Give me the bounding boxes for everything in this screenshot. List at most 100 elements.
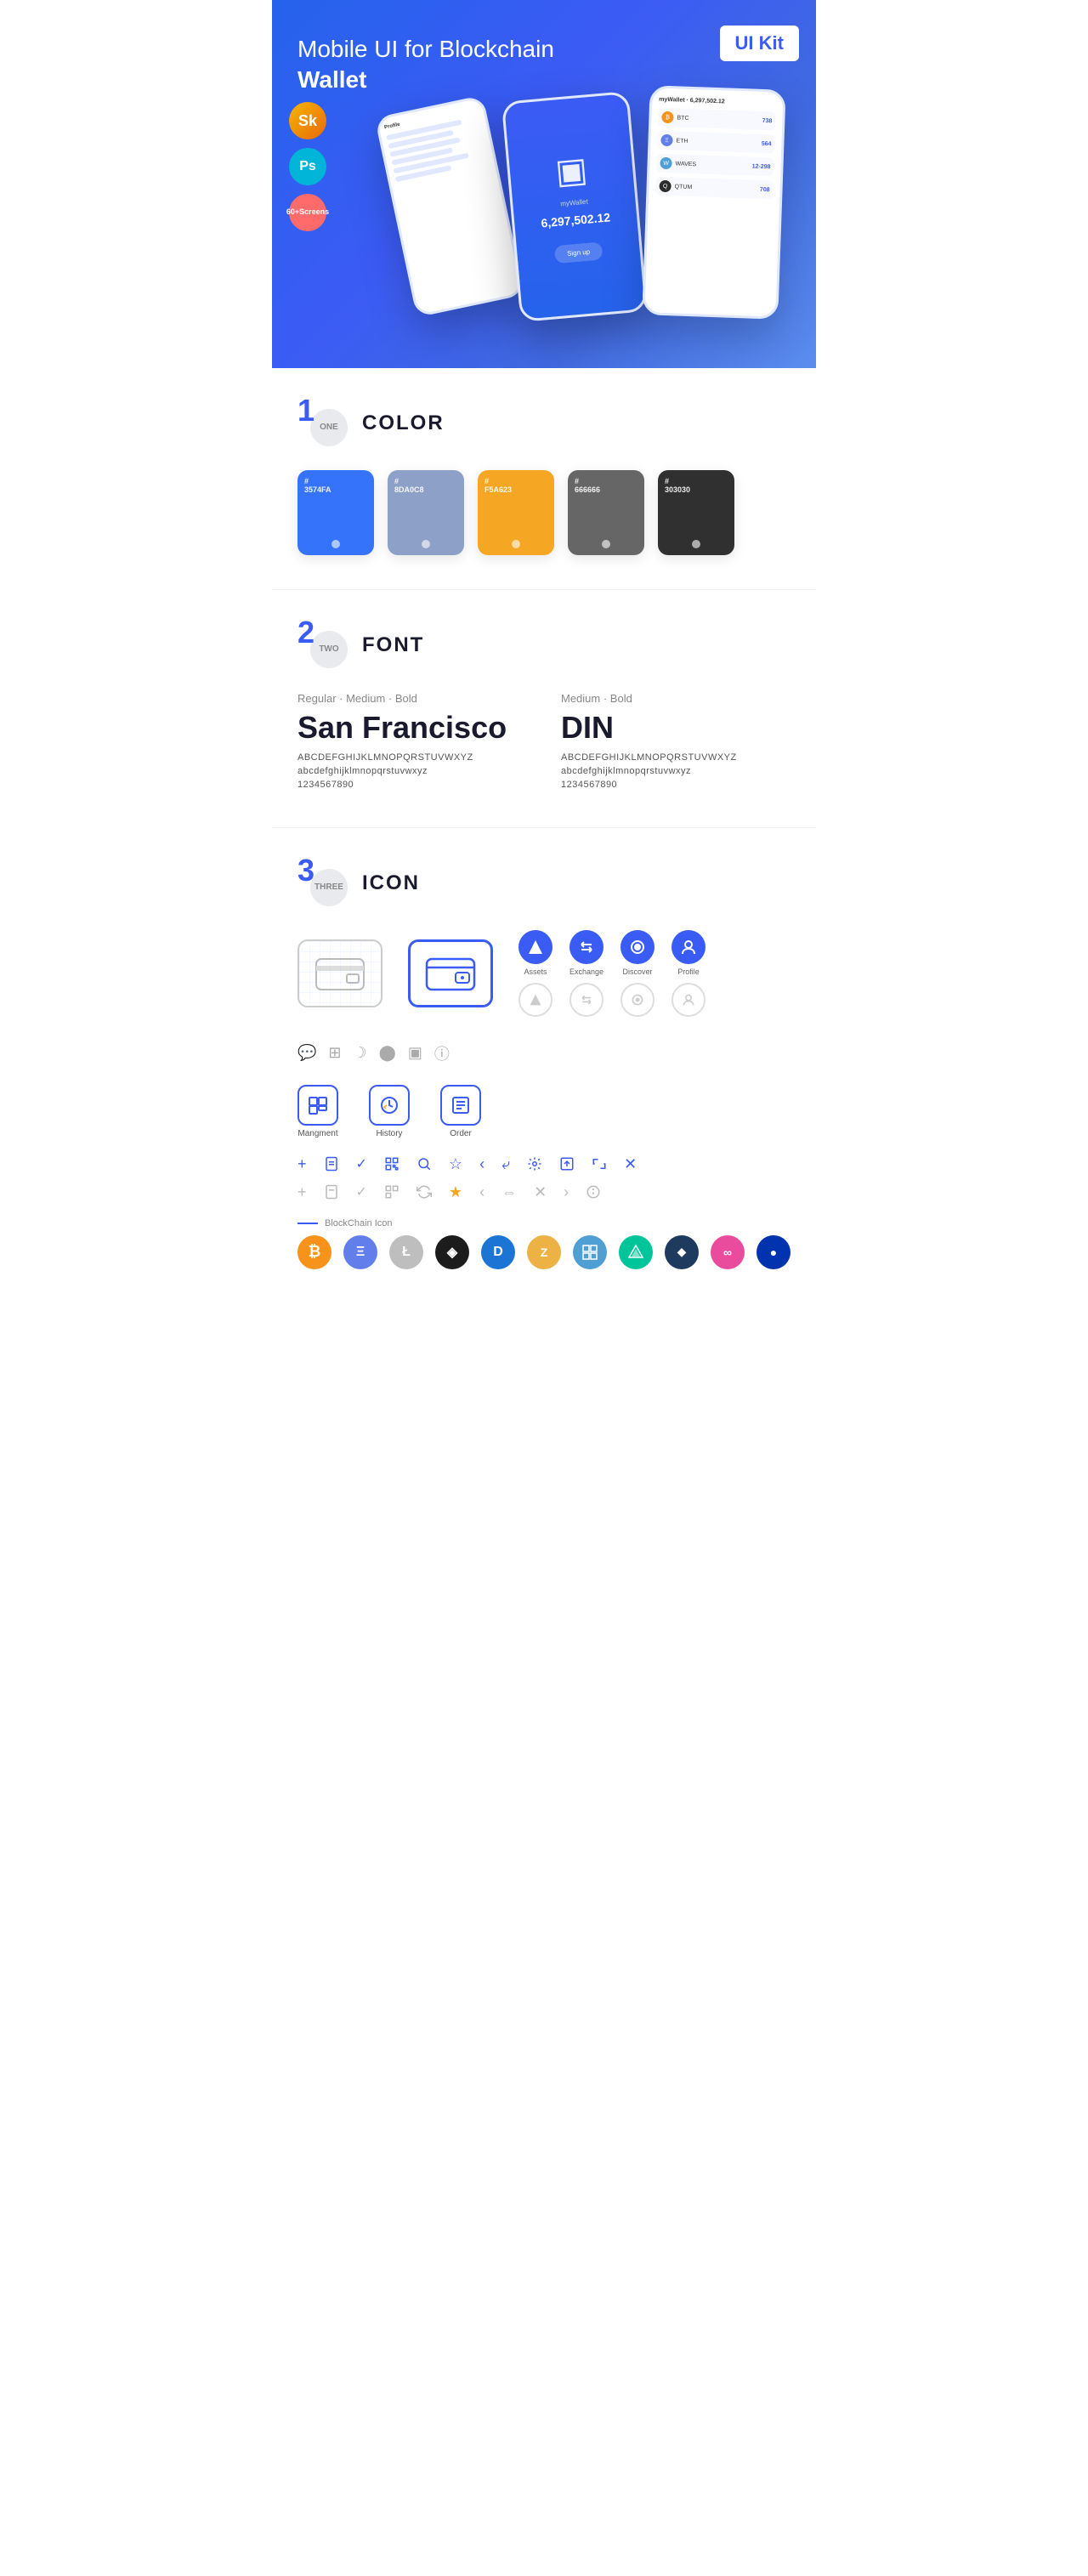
- font-sf: Regular · Medium · Bold San Francisco AB…: [298, 692, 527, 793]
- order-icon-item: Order: [440, 1085, 481, 1138]
- assets-ghost-icon: [518, 983, 552, 1017]
- litecoin-icon: Ł: [389, 1235, 423, 1269]
- history-icon: [369, 1085, 410, 1126]
- grid-icon: [573, 1235, 607, 1269]
- moon-icon: ☽: [354, 1044, 367, 1062]
- message-icon: ▣: [408, 1044, 422, 1062]
- discover-ghost-icon: [620, 983, 654, 1017]
- discover-icon-item: Discover: [620, 930, 654, 976]
- font-label: FONT: [362, 633, 424, 657]
- share-icon: ⤶: [502, 1155, 510, 1173]
- font-section: 2 TWO FONT Regular · Medium · Bold San F…: [272, 590, 816, 827]
- number-circle-one: ONE: [310, 409, 348, 446]
- section-number-3: 3 THREE: [298, 862, 348, 905]
- hero-badges: Sk Ps 60+Screens: [289, 102, 326, 231]
- sf-numbers: 1234567890: [298, 780, 527, 790]
- info-icon: ⓘ: [434, 1042, 450, 1064]
- check-icon: ✓: [356, 1155, 367, 1172]
- icon-label: ICON: [362, 871, 420, 895]
- circle-icon: ⬤: [379, 1044, 396, 1062]
- font-din: Medium · Bold DIN ABCDEFGHIJKLMNOPQRSTUV…: [561, 692, 790, 793]
- color-swatches: #3574FA #8DA0C8 #F5A623 #666666 #303: [298, 470, 790, 555]
- wallet-icon-outline-box: [298, 939, 382, 1007]
- exchange-icon-item: Exchange: [570, 930, 604, 976]
- icon-section: 3 THREE ICON: [272, 828, 816, 1303]
- utility-icons-gray: + ✓ ★ ‹ ⇔ ✕ ›: [298, 1183, 790, 1201]
- dash-icon: D: [481, 1235, 515, 1269]
- din-uppercase: ABCDEFGHIJKLMNOPQRSTUVWXYZ: [561, 752, 790, 763]
- ps-badge: Ps: [289, 148, 326, 185]
- qr-icon: [384, 1156, 400, 1172]
- plus-icon: +: [298, 1155, 307, 1173]
- section-number-1: 1 ONE: [298, 402, 348, 445]
- sf-uppercase: ABCDEFGHIJKLMNOPQRSTUVWXYZ: [298, 752, 527, 763]
- neo-icon: ◆: [665, 1235, 699, 1269]
- sf-lowercase: abcdefghijklmnopqrstuvwxyz: [298, 766, 527, 776]
- sketch-badge: Sk: [289, 102, 326, 139]
- blockchain-line: [298, 1223, 318, 1224]
- mgmt-icons-row: Mangment History Order: [298, 1085, 790, 1138]
- misc-icons-row1: 💬 ⊞ ☽ ⬤ ▣ ⓘ: [298, 1042, 450, 1064]
- swatch-dark: #303030: [658, 470, 734, 555]
- order-icon: [440, 1085, 481, 1126]
- wallet-outline-svg: [314, 952, 366, 995]
- color-label: COLOR: [362, 411, 445, 435]
- utility-icons-blue: + ✓ ☆ ‹ ⤶ ✕: [298, 1155, 790, 1173]
- assets-icon-item: Assets: [518, 930, 552, 976]
- din-name: DIN: [561, 710, 790, 746]
- management-icon: [298, 1085, 338, 1126]
- order-label: Order: [450, 1129, 472, 1138]
- refresh-gray-icon: [416, 1184, 432, 1200]
- history-icon-item: History: [369, 1085, 410, 1138]
- ui-kit-badge: UI Kit: [720, 26, 799, 61]
- crypto-icons-row: ₿ Ξ Ł ◈ D Z ◆ ∞ ●: [298, 1235, 790, 1269]
- search-icon: [416, 1156, 432, 1172]
- profile-icon: [672, 930, 706, 964]
- swatch-light-blue: #8DA0C8: [388, 470, 464, 555]
- close-icon: ✕: [624, 1155, 637, 1173]
- arrow-right-gray-icon: ›: [564, 1183, 569, 1201]
- wallet-icons-row: Assets Exchange Discover: [298, 930, 790, 1064]
- ethereum-icon: Ξ: [343, 1235, 377, 1269]
- profile-ghost-icon: [672, 983, 706, 1017]
- nav-icons-col: Assets Exchange Discover: [518, 930, 706, 1017]
- qr-gray-icon: [384, 1184, 400, 1200]
- profile-icon-item: Profile: [672, 930, 706, 976]
- management-icon-item: Mangment: [298, 1085, 338, 1138]
- back-icon: ‹: [479, 1155, 484, 1173]
- misc-icons-col: 💬 ⊞ ☽ ⬤ ▣ ⓘ: [298, 1042, 450, 1064]
- arrows-gray-icon: ⇔: [502, 1183, 517, 1201]
- plus-gray-icon: +: [298, 1183, 307, 1201]
- nav-icons-top: Assets Exchange Discover: [518, 930, 706, 976]
- zcash-icon: Z: [527, 1235, 561, 1269]
- phone-right: myWallet · 6,297,502.12 ₿BTC 738 ΞETH 56…: [642, 85, 785, 319]
- star-icon: ☆: [449, 1155, 462, 1173]
- tron-icon: [619, 1235, 653, 1269]
- swatch-orange: #F5A623: [478, 470, 554, 555]
- wallet-filled-svg: [425, 952, 476, 995]
- info-gray-icon: [586, 1184, 601, 1200]
- color-section-header: 1 ONE COLOR: [298, 402, 790, 445]
- din-lowercase: abcdefghijklmnopqrstuvwxyz: [561, 766, 790, 776]
- chat-icon: 💬: [298, 1044, 316, 1062]
- exchange-ghost-icon: [570, 983, 604, 1017]
- stratis-icon: ●: [756, 1235, 790, 1269]
- din-numbers: 1234567890: [561, 780, 790, 790]
- number-circle-three: THREE: [310, 869, 348, 906]
- font-columns: Regular · Medium · Bold San Francisco AB…: [298, 692, 790, 793]
- font-section-header: 2 TWO FONT: [298, 624, 790, 667]
- history-label: History: [376, 1129, 402, 1138]
- blackcoin-icon: ◈: [435, 1235, 469, 1269]
- phone-center: ▣ myWallet 6,297,502.12 Sign up: [502, 91, 648, 322]
- settings-icon: [527, 1156, 542, 1172]
- arrows-icon: [592, 1156, 607, 1172]
- blockchain-icon-label: BlockChain Icon: [298, 1218, 790, 1228]
- discover-icon: [620, 930, 654, 964]
- sf-name: San Francisco: [298, 710, 527, 746]
- din-meta: Medium · Bold: [561, 692, 790, 705]
- color-section: 1 ONE COLOR #3574FA #8DA0C8 #F5A623: [272, 368, 816, 589]
- check-gray-icon: ✓: [356, 1183, 367, 1200]
- bitcoin-icon: ₿: [298, 1235, 332, 1269]
- doc-gray-icon: [324, 1184, 339, 1200]
- nav-icons-ghost: [518, 983, 706, 1017]
